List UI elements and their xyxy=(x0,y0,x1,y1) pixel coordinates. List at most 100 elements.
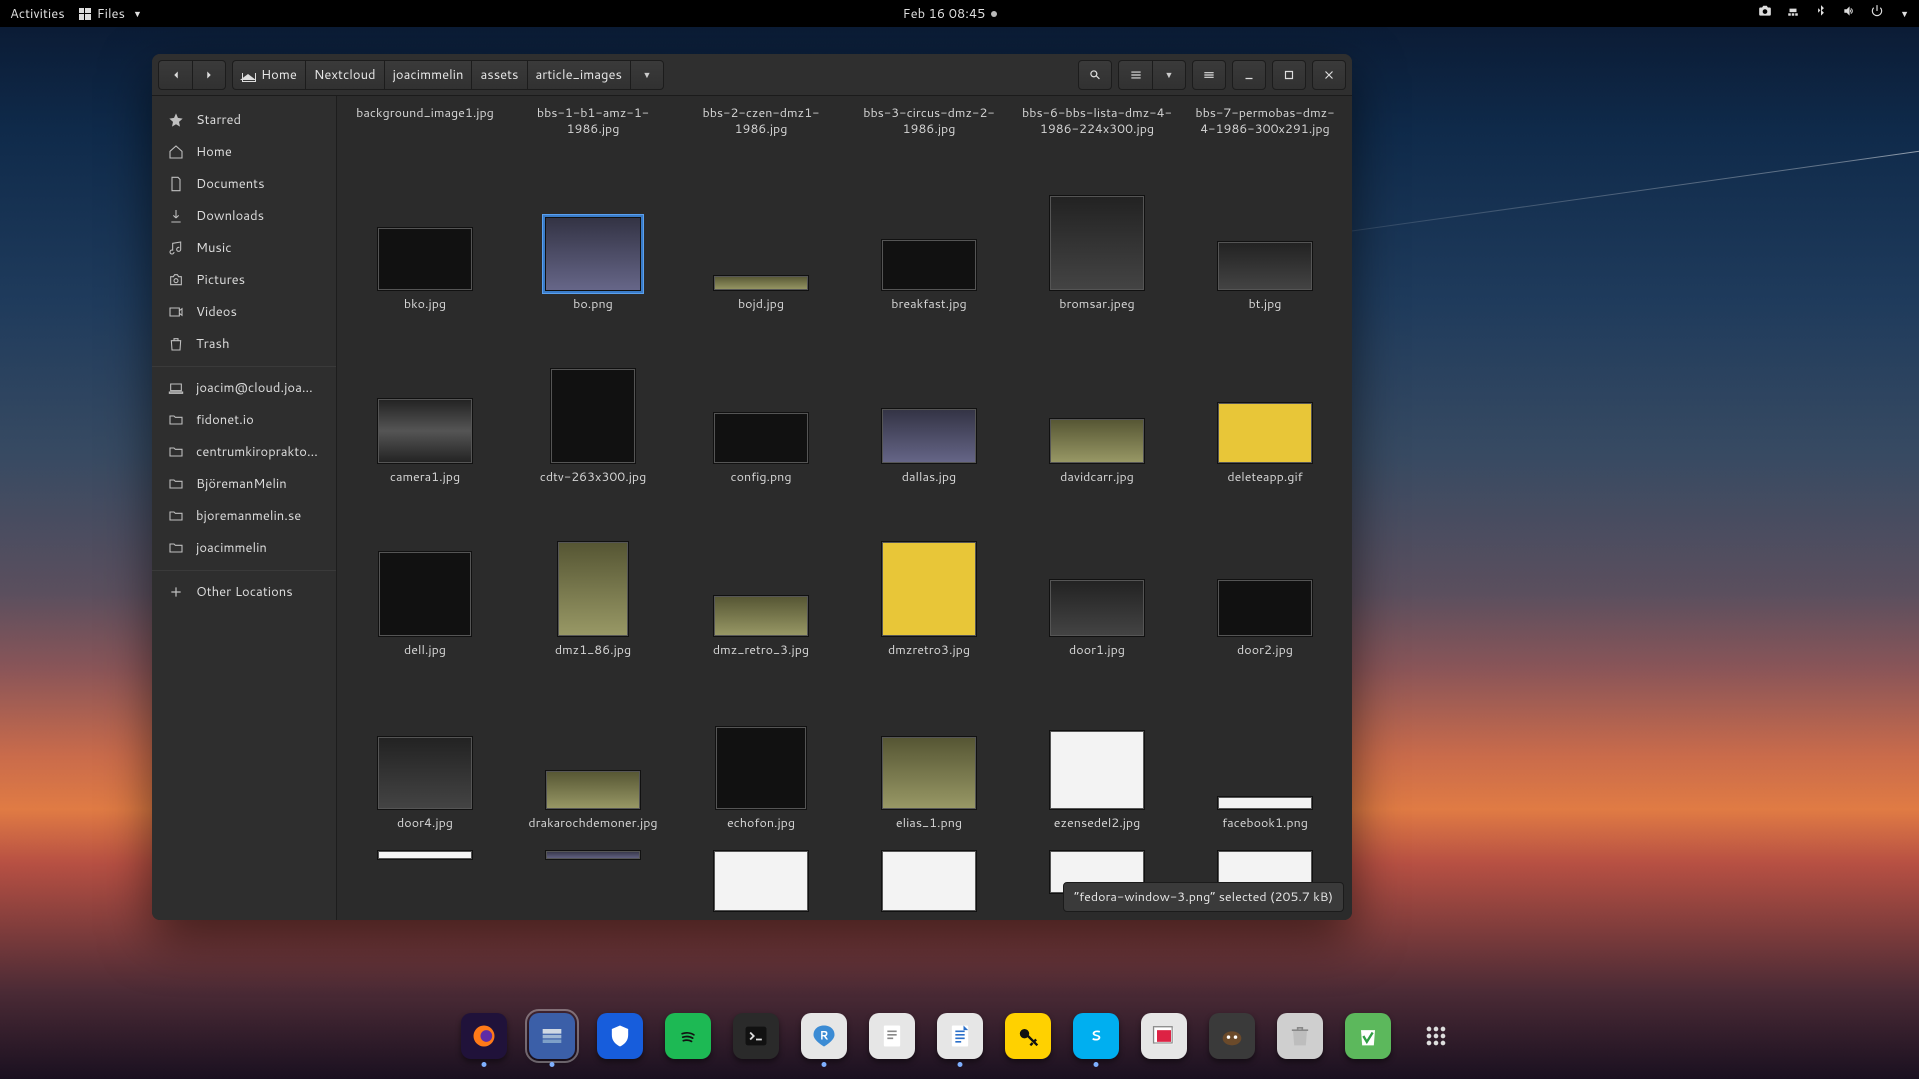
file-item[interactable]: bromsar.jpeg xyxy=(1013,158,1181,313)
file-grid-area[interactable]: background_image1.jpgbbs-1-b1-amz-1-1986… xyxy=(337,96,1352,920)
volume-icon[interactable] xyxy=(1842,4,1856,23)
file-item[interactable]: breakfast.jpg xyxy=(845,158,1013,313)
dock-app-libreoffice-writer[interactable] xyxy=(937,1013,983,1059)
file-item[interactable]: davidcarr.jpg xyxy=(1013,331,1181,486)
dock-app-remmina[interactable]: R xyxy=(801,1013,847,1059)
file-item[interactable]: dmz1_86.jpg xyxy=(509,504,677,659)
network-icon[interactable] xyxy=(1786,4,1800,23)
view-toggle-button[interactable] xyxy=(1118,60,1152,90)
dock-app-gimp[interactable] xyxy=(1209,1013,1255,1059)
dock-app-keepass[interactable] xyxy=(1005,1013,1051,1059)
file-item[interactable]: deleteapp.gif xyxy=(1181,331,1349,486)
breadcrumb-item[interactable]: joacimmelin xyxy=(384,60,472,90)
file-thumbnail xyxy=(1217,796,1313,810)
sidebar-item-starred[interactable]: Starred xyxy=(152,104,336,136)
file-label: door2.jpg xyxy=(1237,643,1293,659)
file-item[interactable]: drakarochdemoner.jpg xyxy=(509,677,677,832)
sidebar-item-documents[interactable]: Documents xyxy=(152,168,336,200)
hamburger-menu-button[interactable] xyxy=(1192,60,1226,90)
search-button[interactable] xyxy=(1078,60,1112,90)
forward-button[interactable] xyxy=(192,60,226,90)
dock-app-text-editor[interactable] xyxy=(869,1013,915,1059)
file-item[interactable] xyxy=(341,850,509,920)
file-item[interactable]: dell.jpg xyxy=(341,504,509,659)
file-item[interactable]: background_image1.jpg xyxy=(341,100,509,140)
bluetooth-icon[interactable] xyxy=(1814,4,1828,23)
file-item[interactable] xyxy=(845,850,1013,920)
file-item[interactable]: cdtv-263x300.jpg xyxy=(509,331,677,486)
file-item[interactable]: bbs-1-b1-amz-1-1986.jpg xyxy=(509,100,677,140)
sidebar-item-bookmark[interactable]: BjöremanMelin xyxy=(152,468,336,500)
sidebar-item-videos[interactable]: Videos xyxy=(152,296,336,328)
file-item[interactable]: bt.jpg xyxy=(1181,158,1349,313)
file-item[interactable]: facebook1.png xyxy=(1181,677,1349,832)
power-icon[interactable] xyxy=(1870,4,1884,23)
breadcrumb-home[interactable]: Home xyxy=(232,60,305,90)
dock-app-shotwell[interactable] xyxy=(1141,1013,1187,1059)
dock-app-show-applications[interactable] xyxy=(1413,1013,1459,1059)
terminal-icon xyxy=(742,1022,770,1050)
file-item[interactable]: bbs-6-bbs-lista-dmz-4-1986-224x300.jpg xyxy=(1013,100,1181,140)
breadcrumb-label: assets xyxy=(480,66,518,84)
file-item[interactable]: bbs-3-circus-dmz-2-1986.jpg xyxy=(845,100,1013,140)
file-item[interactable]: bo.png xyxy=(509,158,677,313)
file-item[interactable]: ezensedel2.jpg xyxy=(1013,677,1181,832)
sidebar-item-bookmark[interactable]: joacimmelin xyxy=(152,532,336,564)
file-item[interactable]: bojd.jpg xyxy=(677,158,845,313)
dock-app-spotify[interactable] xyxy=(665,1013,711,1059)
sidebar-item-label: joacimmelin xyxy=(196,539,267,557)
sidebar-item-trash[interactable]: Trash xyxy=(152,328,336,360)
sidebar-item-label: bjoremanmelin.se xyxy=(196,507,301,525)
sidebar-item-bookmark[interactable]: centrumkiroprakto… xyxy=(152,436,336,468)
file-item[interactable]: dmz_retro_3.jpg xyxy=(677,504,845,659)
app-menu[interactable]: Files ▼ xyxy=(79,5,142,23)
breadcrumb-item[interactable]: Nextcloud xyxy=(305,60,384,90)
sidebar-item-bookmark[interactable]: bjoremanmelin.se xyxy=(152,500,336,532)
file-thumbnail xyxy=(881,408,977,464)
file-item[interactable]: bbs-7-permobas-dmz-4-1986-300x291.jpg xyxy=(1181,100,1349,140)
breadcrumb-item[interactable]: assets xyxy=(471,60,526,90)
file-item[interactable]: config.png xyxy=(677,331,845,486)
view-menu-button[interactable]: ▼ xyxy=(1152,60,1186,90)
sidebar-item-other-locations[interactable]: Other Locations xyxy=(152,570,336,608)
file-item[interactable]: bbs-2-czen-dmz1-1986.jpg xyxy=(677,100,845,140)
sidebar-item-remote[interactable]: joacim@cloud.joa… xyxy=(152,366,336,404)
sidebar-item-home[interactable]: Home xyxy=(152,136,336,168)
dock-app-skype[interactable]: S xyxy=(1073,1013,1119,1059)
file-item[interactable]: dmzretro3.jpg xyxy=(845,504,1013,659)
dock-app-trash[interactable] xyxy=(1277,1013,1323,1059)
file-thumbnail xyxy=(881,736,977,810)
file-item[interactable]: echofon.jpg xyxy=(677,677,845,832)
file-item[interactable]: door4.jpg xyxy=(341,677,509,832)
sidebar-item-bookmark[interactable]: fidonet.io xyxy=(152,404,336,436)
keepass-icon xyxy=(1014,1022,1042,1050)
sidebar-item-downloads[interactable]: Downloads xyxy=(152,200,336,232)
remmina-icon: R xyxy=(810,1022,838,1050)
file-label: dmz_retro_3.jpg xyxy=(713,643,809,659)
minimize-button[interactable] xyxy=(1232,60,1266,90)
dock-app-trash-green[interactable] xyxy=(1345,1013,1391,1059)
file-item[interactable] xyxy=(677,850,845,920)
file-item[interactable]: dallas.jpg xyxy=(845,331,1013,486)
dock-app-bitwarden[interactable] xyxy=(597,1013,643,1059)
file-item[interactable]: door2.jpg xyxy=(1181,504,1349,659)
dock-app-terminal[interactable] xyxy=(733,1013,779,1059)
file-item[interactable]: door1.jpg xyxy=(1013,504,1181,659)
dock-app-files[interactable] xyxy=(529,1013,575,1059)
file-item[interactable] xyxy=(509,850,677,920)
chevron-down-icon[interactable]: ▼ xyxy=(1900,7,1909,20)
maximize-button[interactable] xyxy=(1272,60,1306,90)
breadcrumb-item[interactable]: article_images xyxy=(527,60,630,90)
clock[interactable]: Feb 16 08:45 xyxy=(903,5,986,23)
path-bar-menu[interactable]: ▼ xyxy=(630,60,664,90)
sidebar-item-music[interactable]: Music xyxy=(152,232,336,264)
back-button[interactable] xyxy=(158,60,192,90)
file-item[interactable]: elias_1.png xyxy=(845,677,1013,832)
screenshot-icon[interactable] xyxy=(1758,4,1772,23)
close-button[interactable] xyxy=(1312,60,1346,90)
file-item[interactable]: camera1.jpg xyxy=(341,331,509,486)
sidebar-item-pictures[interactable]: Pictures xyxy=(152,264,336,296)
dock-app-firefox[interactable] xyxy=(461,1013,507,1059)
file-item[interactable]: bko.jpg xyxy=(341,158,509,313)
activities-button[interactable]: Activities xyxy=(10,5,65,23)
